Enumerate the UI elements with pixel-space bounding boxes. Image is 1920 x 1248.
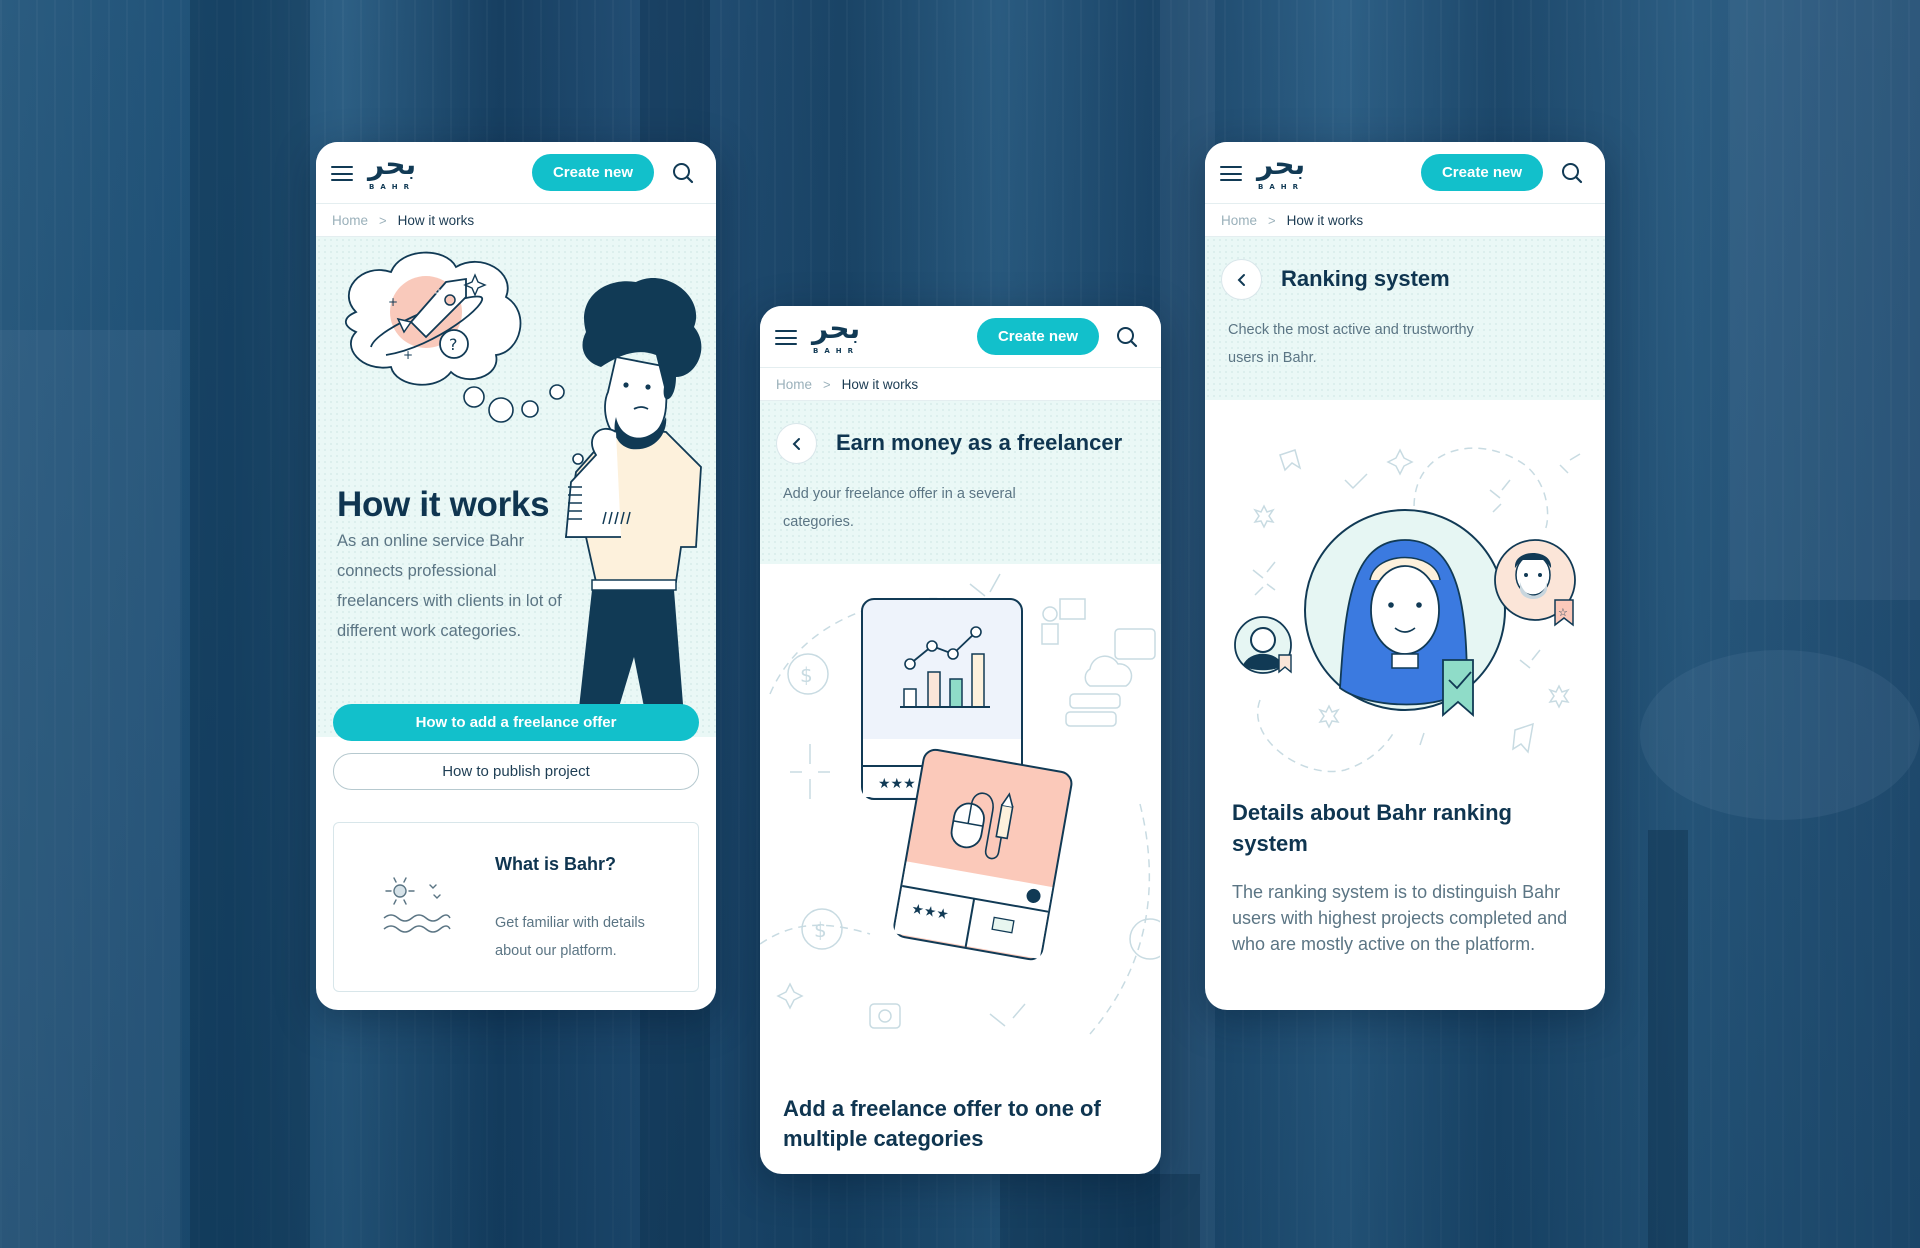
logo-arabic: بحر: [1257, 148, 1306, 181]
search-icon[interactable]: [1561, 162, 1583, 184]
svg-text:$: $: [800, 663, 813, 687]
search-icon[interactable]: [672, 162, 694, 184]
create-new-button[interactable]: Create new: [977, 318, 1099, 355]
svg-text:+: +: [388, 295, 398, 309]
back-button[interactable]: [776, 423, 817, 464]
breadcrumb-current: How it works: [1286, 212, 1364, 228]
bg-road: [1000, 1174, 1200, 1248]
create-new-button[interactable]: Create new: [532, 154, 654, 191]
details-title: Details about Bahr ranking system: [1232, 800, 1512, 856]
create-new-button[interactable]: Create new: [1421, 154, 1543, 191]
search-icon[interactable]: [1116, 326, 1138, 348]
breadcrumb: Home > How it works: [760, 368, 1161, 401]
page-description: As an online service Bahr connects profe…: [337, 532, 562, 640]
hamburger-menu-icon[interactable]: [1220, 166, 1242, 182]
chevron-left-icon: [792, 437, 800, 450]
breadcrumb-separator: >: [823, 376, 831, 392]
breadcrumb-current: How it works: [397, 212, 475, 228]
breadcrumb-current: How it works: [841, 376, 919, 392]
freelance-offer-cards-illustration: $ $ ★★★ ★★★: [760, 573, 1160, 1035]
hamburger-menu-icon[interactable]: [331, 166, 353, 182]
breadcrumb-separator: >: [1268, 212, 1276, 228]
bg-tower: [1730, 0, 1920, 600]
tertiary-user-avatar: [1234, 616, 1292, 674]
page-title: How it works: [337, 485, 550, 524]
breadcrumb: Home > How it works: [316, 204, 716, 237]
breadcrumb-home-link[interactable]: Home: [332, 213, 368, 228]
screen-ranking-system: بحر BAHR Create new Home > How it works …: [1205, 142, 1605, 1010]
what-is-bahr-card[interactable]: What is Bahr? Get familiar with details …: [333, 822, 699, 992]
sun-and-waves-icon: [383, 877, 451, 933]
chevron-left-icon: [1237, 273, 1245, 286]
bg-tower: [190, 0, 310, 1248]
breadcrumb-home-link[interactable]: Home: [776, 377, 812, 392]
design-offer-card: ★★★: [893, 748, 1073, 961]
publish-project-button[interactable]: How to publish project: [333, 753, 699, 790]
bg-tower: [1648, 830, 1688, 1248]
bahr-logo[interactable]: بحر BAHR: [368, 148, 418, 192]
breadcrumb-separator: >: [379, 212, 387, 228]
info-card-title: What is Bahr?: [495, 854, 617, 874]
breadcrumb: Home > How it works: [1205, 204, 1605, 237]
app-header: بحر BAHR Create new: [1205, 142, 1605, 204]
thinking-man: [564, 278, 702, 717]
bg-tower: [0, 330, 180, 1248]
bahr-logo[interactable]: بحر BAHR: [812, 312, 862, 356]
section-description: Add your freelance offer in a several ca…: [783, 486, 1016, 530]
svg-text:☆: ☆: [1558, 606, 1568, 619]
screen-earn-money: بحر BAHR Create new Home > How it works …: [760, 306, 1161, 1174]
details-text: The ranking system is to distinguish Bah…: [1232, 882, 1568, 954]
svg-text:?: ?: [449, 335, 458, 354]
svg-text:★★★: ★★★: [878, 776, 916, 792]
back-button[interactable]: [1221, 259, 1262, 300]
logo-arabic: بحر: [812, 312, 861, 345]
feature-title: Add a freelance offer to one of multiple…: [783, 1096, 1101, 1151]
thought-bubbles: [463, 384, 565, 423]
svg-text:+: +: [403, 348, 413, 362]
svg-text:+: +: [434, 286, 444, 300]
bg-dome: [1640, 650, 1920, 820]
ranked-users-avatars-illustration: ☆: [1234, 447, 1581, 773]
app-header: بحر BAHR Create new: [316, 142, 716, 204]
logo-latin: BAHR: [369, 183, 416, 191]
hamburger-menu-icon[interactable]: [775, 330, 797, 346]
logo-latin: BAHR: [813, 347, 860, 355]
app-header: بحر BAHR Create new: [760, 306, 1161, 368]
section-title: Ranking system: [1281, 266, 1450, 291]
add-freelance-offer-button[interactable]: How to add a freelance offer: [333, 704, 699, 741]
thought-cloud: ? + + +: [344, 251, 522, 386]
breadcrumb-home-link[interactable]: Home: [1221, 213, 1257, 228]
svg-text:$: $: [814, 918, 827, 942]
info-card-description: Get familiar with details about our plat…: [495, 915, 645, 959]
screen-how-it-works: بحر BAHR Create new Home > How it works …: [316, 142, 716, 1010]
bahr-logo[interactable]: بحر BAHR: [1257, 148, 1307, 192]
main-user-avatar: [1304, 509, 1506, 717]
logo-arabic: بحر: [368, 148, 417, 181]
logo-latin: BAHR: [1258, 183, 1305, 191]
section-description: Check the most active and trustworthy us…: [1228, 322, 1474, 366]
section-title: Earn money as a freelancer: [836, 430, 1123, 455]
secondary-user-avatar: ☆: [1494, 539, 1576, 627]
